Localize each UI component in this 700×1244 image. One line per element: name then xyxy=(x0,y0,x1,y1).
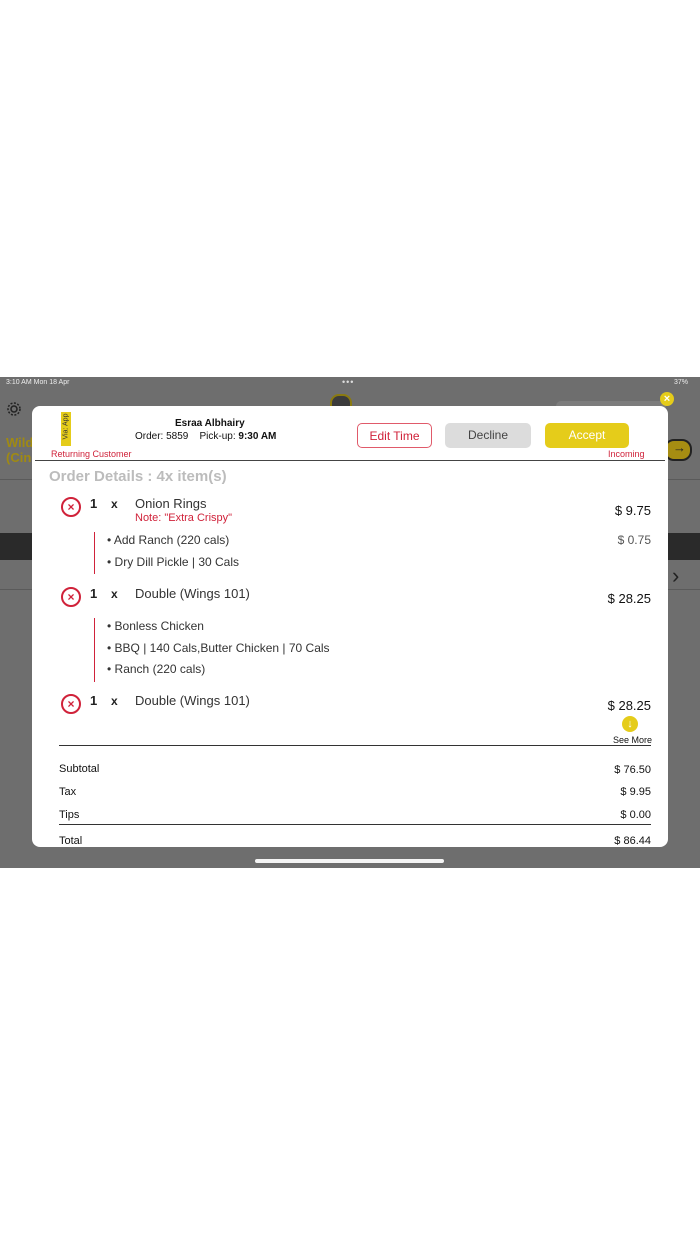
bullet: • xyxy=(107,662,112,676)
modifier-item: • Dry Dill Pickle | 30 Cals xyxy=(107,555,239,569)
bullet: • xyxy=(107,619,112,633)
item-times: x xyxy=(111,694,118,708)
battery-level: 37% xyxy=(673,379,688,386)
subtotal-label: Subtotal xyxy=(59,763,100,775)
item-price: $ 28.25 xyxy=(607,698,651,713)
item-name: Double (Wings 101) xyxy=(135,586,250,601)
modifier-text: BBQ | 140 Cals,Butter Chicken | 70 Cals xyxy=(114,641,330,655)
tips-label: Tips xyxy=(59,809,80,821)
bullet: • xyxy=(107,533,112,547)
order-modal: Via: App Esraa Albhairy Order: 5859 Pick… xyxy=(32,406,668,847)
modifier-item: • BBQ | 140 Cals,Butter Chicken | 70 Cal… xyxy=(107,641,330,655)
item-price: $ 9.75 xyxy=(614,503,651,518)
status-bar: 3:10 AM Mon 18 Apr ••• 37% xyxy=(0,377,700,389)
modifier-text: Dry Dill Pickle | 30 Cals xyxy=(114,555,240,569)
close-icon[interactable]: × xyxy=(660,392,674,406)
store-title-line2: (Cin xyxy=(6,450,32,465)
tips-value: $ 0.00 xyxy=(620,809,651,821)
item-name: Double (Wings 101) xyxy=(135,693,250,708)
tax-value: $ 9.95 xyxy=(620,786,651,798)
store-title: Wild (Cin xyxy=(6,435,33,465)
total-value: $ 86.44 xyxy=(614,835,651,847)
summary-divider xyxy=(59,745,651,746)
gear-icon[interactable] xyxy=(6,401,24,419)
item-quantity: 1 xyxy=(90,586,98,601)
incoming-status: Incoming xyxy=(608,449,645,459)
header-divider xyxy=(35,460,665,461)
see-more-link[interactable]: See More xyxy=(592,735,652,745)
modifier-text: Add Ranch (220 cals) xyxy=(113,533,230,547)
remove-item-icon[interactable]: × xyxy=(61,587,81,607)
multitask-dots[interactable]: ••• xyxy=(342,377,354,387)
modifier-text: Bonless Chicken xyxy=(114,619,204,633)
modifier-price: $ 0.75 xyxy=(617,533,651,547)
via-app-label: Via: App xyxy=(62,413,70,440)
item-quantity: 1 xyxy=(90,496,98,511)
app-screen: 3:10 AM Mon 18 Apr ••• 37% Wild (Cin → ›… xyxy=(0,377,700,868)
tax-label: Tax xyxy=(59,786,77,798)
modifier-bar xyxy=(94,618,95,682)
arrow-down-icon[interactable]: ↓ xyxy=(622,716,638,732)
edit-time-button[interactable]: Edit Time xyxy=(357,423,432,448)
order-label: Order: xyxy=(135,431,164,442)
item-times: x xyxy=(111,497,118,511)
arrow-right-icon[interactable]: → xyxy=(664,439,692,461)
modifier-bar xyxy=(94,532,95,574)
customer-name: Esraa Albhairy xyxy=(175,418,245,429)
item-price: $ 28.25 xyxy=(607,591,651,606)
order-details-title: Order Details : 4x item(s) xyxy=(49,468,227,485)
item-quantity: 1 xyxy=(90,693,98,708)
item-note: Note: "Extra Crispy" xyxy=(135,512,233,524)
pickup-time: 9:30 AM xyxy=(238,431,277,442)
item-times: x xyxy=(111,587,118,601)
store-title-line1: Wild xyxy=(6,435,34,450)
order-info: Order: 5859 Pick-up: 9:30 AM xyxy=(135,431,276,442)
modifier-item: • Add Ranch (220 cals) xyxy=(107,533,229,547)
returning-customer-label: Returning Customer xyxy=(51,449,132,459)
modifier-item: • Bonless Chicken xyxy=(107,619,204,633)
total-divider xyxy=(59,824,651,825)
accept-button[interactable]: Accept xyxy=(545,423,629,448)
item-name: Onion Rings xyxy=(135,496,207,511)
chevron-right-icon[interactable]: › xyxy=(672,563,679,589)
total-label: Total xyxy=(59,835,83,847)
remove-item-icon[interactable]: × xyxy=(61,694,81,714)
bullet: • xyxy=(107,555,112,569)
pickup-label: Pick-up: xyxy=(199,431,236,442)
modifier-text: Ranch (220 cals) xyxy=(114,662,206,676)
decline-button[interactable]: Decline xyxy=(445,423,531,448)
status-time: 3:10 AM Mon 18 Apr xyxy=(6,379,70,386)
home-indicator[interactable] xyxy=(255,859,444,863)
modifier-item: • Ranch (220 cals) xyxy=(107,662,205,676)
order-number: 5859 xyxy=(166,431,189,442)
subtotal-value: $ 76.50 xyxy=(614,764,651,776)
remove-item-icon[interactable]: × xyxy=(61,497,81,517)
via-app-tag: Via: App xyxy=(61,412,71,446)
bullet: • xyxy=(107,641,112,655)
